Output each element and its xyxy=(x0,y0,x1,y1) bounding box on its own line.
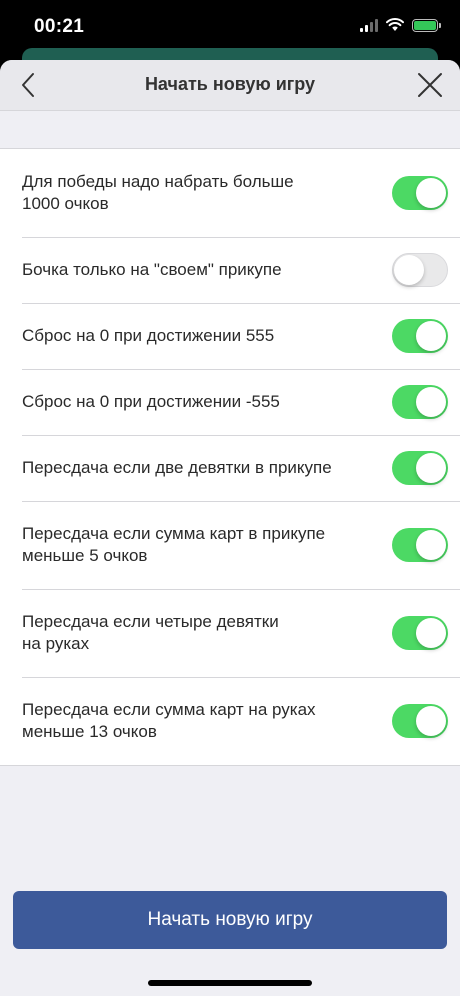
setting-label: Пересдача если четыре девятки на руках xyxy=(22,612,279,653)
setting-label: Пересдача если две девятки в прикупе xyxy=(22,458,332,477)
toggle-knob xyxy=(394,255,424,285)
settings-row: Пересдача если сумма карт на руках меньш… xyxy=(0,677,460,765)
page-title: Начать новую игру xyxy=(144,74,316,94)
settings-row: Пересдача если четыре девятки на руках xyxy=(0,589,460,677)
screen: 00:21 Начать новую игру Для победы надо … xyxy=(0,0,460,996)
close-icon[interactable] xyxy=(416,71,444,99)
setting-label: Пересдача если сумма карт на руках меньш… xyxy=(22,700,316,741)
setting-toggle[interactable] xyxy=(392,451,448,485)
setting-toggle[interactable] xyxy=(392,704,448,738)
status-icons xyxy=(360,18,441,32)
toggle-knob xyxy=(416,706,446,736)
start-new-game-button[interactable]: Начать новую игру xyxy=(13,891,447,949)
toggle-knob xyxy=(416,321,446,351)
setting-label: Бочка только на "своем" прикупе xyxy=(22,260,282,279)
setting-label: Для победы надо набрать больше 1000 очко… xyxy=(22,172,294,213)
settings-row: Для победы надо набрать больше 1000 очко… xyxy=(0,149,460,237)
toggle-knob xyxy=(416,453,446,483)
settings-row: Пересдача если две девятки в прикупе xyxy=(0,435,460,501)
battery-icon xyxy=(412,18,441,32)
wifi-icon xyxy=(386,18,404,31)
setting-toggle[interactable] xyxy=(392,176,448,210)
new-game-modal: Начать новую игру Для победы надо набрат… xyxy=(0,60,460,996)
settings-row: Сброс на 0 при достижении 555 xyxy=(0,303,460,369)
toggle-knob xyxy=(416,387,446,417)
nav-bar: Начать новую игру xyxy=(0,60,460,111)
cellular-signal-icon xyxy=(360,18,378,32)
status-time: 00:21 xyxy=(34,16,85,37)
setting-toggle[interactable] xyxy=(392,385,448,419)
setting-label: Сброс на 0 при достижении 555 xyxy=(22,326,275,345)
settings-row: Бочка только на "своем" прикупе xyxy=(0,237,460,303)
settings-list: Для победы надо набрать больше 1000 очко… xyxy=(0,148,460,766)
settings-row: Сброс на 0 при достижении -555 xyxy=(0,369,460,435)
setting-toggle[interactable] xyxy=(392,253,448,287)
toggle-knob xyxy=(416,178,446,208)
setting-toggle[interactable] xyxy=(392,528,448,562)
toggle-knob xyxy=(416,618,446,648)
setting-toggle[interactable] xyxy=(392,319,448,353)
setting-label: Пересдача если сумма карт в прикупе мень… xyxy=(22,524,326,565)
settings-row: Пересдача если сумма карт в прикупе мень… xyxy=(0,501,460,589)
setting-toggle[interactable] xyxy=(392,616,448,650)
toggle-knob xyxy=(416,530,446,560)
home-indicator xyxy=(148,980,312,986)
setting-label: Сброс на 0 при достижении -555 xyxy=(22,392,280,411)
battery-level xyxy=(414,20,436,30)
